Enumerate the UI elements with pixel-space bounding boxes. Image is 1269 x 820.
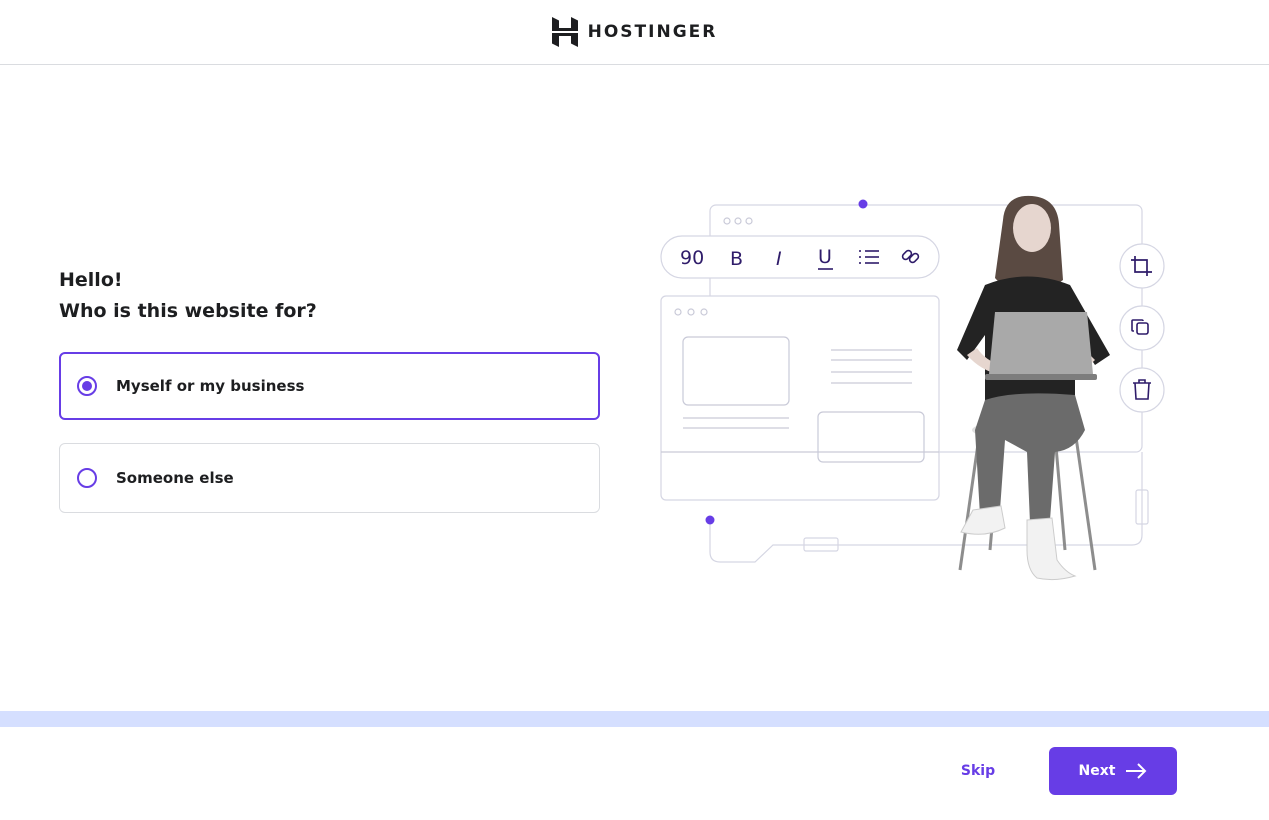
italic-icon: I bbox=[776, 248, 782, 270]
next-button-label: Next bbox=[1078, 763, 1116, 779]
radio-button-selected[interactable] bbox=[77, 376, 97, 396]
option-label: Myself or my business bbox=[116, 377, 305, 395]
top-header: HOSTINGER bbox=[0, 0, 1269, 65]
bold-icon: B bbox=[730, 248, 743, 270]
arrow-right-icon bbox=[1126, 763, 1147, 779]
question-panel: Hello! Who is this website for? bbox=[59, 265, 600, 327]
option-myself-or-business[interactable]: Myself or my business bbox=[59, 352, 600, 420]
option-label: Someone else bbox=[116, 469, 234, 487]
progress-bar bbox=[0, 711, 1269, 727]
brand-logo[interactable]: HOSTINGER bbox=[551, 17, 718, 47]
brand-name: HOSTINGER bbox=[587, 22, 718, 42]
underline-icon: U bbox=[818, 246, 832, 268]
skip-button[interactable]: Skip bbox=[948, 753, 1008, 789]
question-heading: Who is this website for? bbox=[59, 300, 317, 322]
next-button[interactable]: Next bbox=[1049, 747, 1177, 795]
option-someone-else[interactable]: Someone else bbox=[59, 443, 600, 513]
greeting-heading: Hello! bbox=[59, 269, 123, 291]
hostinger-logo-icon bbox=[551, 17, 578, 47]
website-builder-illustration: 90 B I U bbox=[655, 190, 1175, 590]
illustration-graphic: 90 B I U bbox=[660, 195, 1165, 581]
radio-button[interactable] bbox=[77, 468, 97, 488]
font-size-value: 90 bbox=[680, 247, 704, 269]
footer-actions: Skip Next bbox=[0, 727, 1269, 820]
person-with-laptop-image bbox=[957, 195, 1110, 581]
